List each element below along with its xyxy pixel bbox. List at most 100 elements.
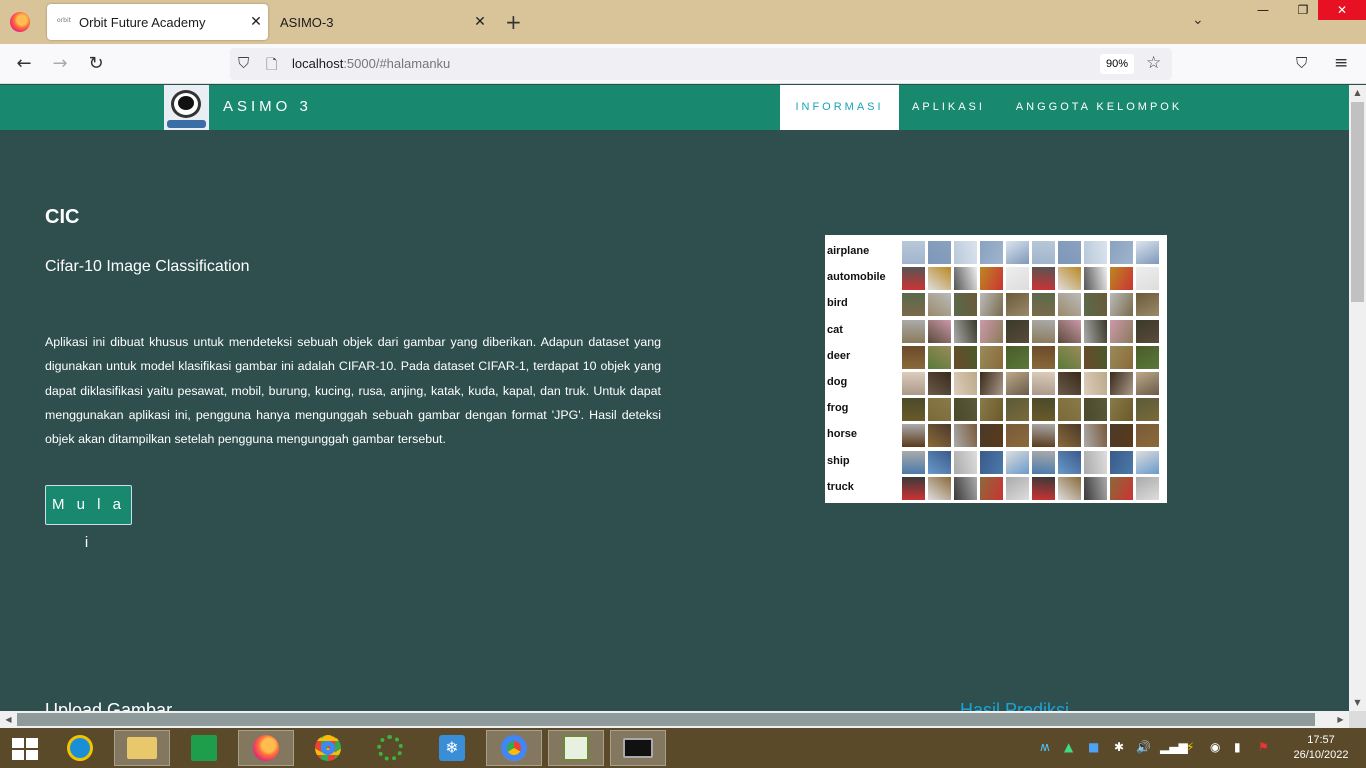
cifar-thumbnail	[1058, 372, 1081, 395]
cifar-thumbnail	[1084, 293, 1107, 317]
upload-gambar-heading: Upload Gambar	[45, 700, 173, 711]
tray-triangle-icon[interactable]: ▲	[1064, 740, 1073, 754]
microsoft-store-icon[interactable]	[176, 730, 232, 766]
cifar-thumbnail	[954, 398, 977, 422]
cifar-thumbnail	[1032, 450, 1055, 474]
forward-arrow-icon[interactable]: →	[48, 52, 72, 76]
scroll-up-icon[interactable]: ▲	[1349, 85, 1366, 101]
cifar-thumbnail	[928, 424, 951, 448]
cifar-thumbnail	[928, 319, 951, 343]
tab-orbit-future-academy[interactable]: orbit Orbit Future Academy ✕	[47, 4, 268, 40]
battery-icon[interactable]: ▮	[1234, 740, 1241, 754]
power-icon[interactable]: ⚡	[1186, 740, 1194, 754]
horizontal-scroll-thumb[interactable]	[17, 713, 1315, 726]
scroll-left-icon[interactable]: ◀	[0, 711, 17, 728]
cifar-thumbnail	[1136, 424, 1159, 448]
cifar-thumbnail	[1032, 319, 1055, 343]
zoom-tray-icon[interactable]: ■	[1088, 740, 1099, 754]
horizontal-scrollbar[interactable]: ◀ ▶	[0, 711, 1349, 728]
close-window-icon[interactable]: ✕	[1318, 0, 1366, 20]
notification-icon[interactable]: ⚑	[1258, 740, 1269, 754]
file-explorer-icon[interactable]	[114, 730, 170, 766]
cifar-thumbnail	[1032, 293, 1055, 317]
notepad-plus-plus-icon[interactable]	[548, 730, 604, 766]
firefox-icon[interactable]	[10, 12, 30, 32]
cifar-thumbnail	[1058, 424, 1081, 448]
bluetooth-icon[interactable]: ✱	[1114, 740, 1124, 754]
cifar-thumbnail	[928, 372, 951, 395]
chrome-open-icon[interactable]	[486, 730, 542, 766]
green-ring-app-icon[interactable]	[362, 730, 418, 766]
asimo-logo[interactable]	[164, 85, 209, 130]
brand-name[interactable]: ASIMO 3	[223, 98, 312, 115]
cifar-thumbnail	[1136, 267, 1159, 291]
cifar-thumbnail	[902, 345, 925, 369]
tray-app-icon[interactable]: ʍ	[1040, 740, 1050, 754]
nav-aplikasi[interactable]: APLIKASI	[899, 85, 998, 130]
tracking-protection-shield-icon[interactable]: ⛉	[238, 54, 249, 72]
cifar-row-frog: frog	[825, 396, 1167, 422]
page-info-icon[interactable]: 🗋	[266, 54, 277, 78]
bookmark-star-icon[interactable]: ☆	[1146, 53, 1161, 73]
cifar-thumbnail	[1136, 345, 1159, 369]
vertical-scroll-thumb[interactable]	[1351, 102, 1364, 302]
url-path: :5000/#halamanku	[343, 56, 451, 71]
scroll-down-icon[interactable]: ▼	[1349, 695, 1366, 711]
back-arrow-icon[interactable]: ←	[12, 52, 36, 76]
cifar-thumbnail	[954, 293, 977, 317]
cifar-thumbnail	[1136, 293, 1159, 317]
cifar-thumbnail	[1110, 450, 1133, 474]
command-prompt-icon[interactable]	[610, 730, 666, 766]
pocket-icon[interactable]: ⛉	[1296, 54, 1307, 72]
cifar-thumbnail	[1110, 424, 1133, 448]
url-text[interactable]: localhost:5000/#halamanku	[292, 56, 450, 71]
cifar-thumbnail	[1032, 241, 1055, 264]
nav-informasi[interactable]: INFORMASI	[780, 85, 899, 130]
new-tab-plus-icon[interactable]: +	[505, 10, 522, 34]
cifar-thumbnail	[1136, 450, 1159, 474]
cifar-thumbnail	[980, 345, 1003, 369]
tray-shield-icon[interactable]: ◉	[1210, 740, 1220, 754]
cifar-thumbnail	[980, 450, 1003, 474]
taskbar-clock[interactable]: 17:57 26/10/2022	[1288, 733, 1354, 763]
zoom-level-badge[interactable]: 90%	[1100, 54, 1135, 74]
cifar-class-label: deer	[827, 349, 851, 362]
cifar-thumbnail	[980, 476, 1003, 500]
cifar-thumbnail	[902, 319, 925, 343]
list-all-tabs-chevron-icon[interactable]: ⌄	[1192, 12, 1204, 28]
hamburger-menu-icon[interactable]: ≡	[1334, 53, 1348, 73]
nav-anggota-kelompok[interactable]: ANGGOTA KELOMPOK	[1000, 85, 1198, 130]
browser-toolbar: ← → ↻ ⛉ 🗋 localhost:5000/#halamanku 90% …	[0, 44, 1366, 84]
cifar-class-label: bird	[827, 297, 848, 310]
snowflake-app-icon[interactable]: ❄	[424, 730, 480, 766]
windows-start-icon[interactable]	[12, 738, 38, 760]
tab-asimo-3[interactable]: ASIMO-3 ✕	[270, 4, 492, 40]
cifar-row-cat: cat	[825, 318, 1167, 344]
cifar-thumbnail	[1006, 293, 1029, 317]
internet-explorer-icon[interactable]	[52, 730, 108, 766]
chrome-icon[interactable]	[300, 730, 356, 766]
cifar-thumbnail	[1084, 398, 1107, 422]
cifar-thumbnail	[954, 345, 977, 369]
cifar-thumbnail	[902, 398, 925, 422]
cifar-thumbnail	[1006, 267, 1029, 291]
vertical-scrollbar[interactable]: ▲ ▼	[1349, 85, 1366, 711]
browser-tab-bar: orbit Orbit Future Academy ✕ ASIMO-3 ✕ +…	[0, 0, 1366, 44]
close-tab-icon[interactable]: ✕	[244, 14, 268, 30]
firefox-taskbar-icon[interactable]	[238, 730, 294, 766]
mulai-button[interactable]: M u l a i	[45, 485, 132, 551]
cifar-thumbnail	[1110, 476, 1133, 500]
volume-icon[interactable]: 🔊	[1136, 740, 1151, 754]
cifar-thumbnail	[1084, 241, 1107, 264]
cifar-thumbnail	[1032, 398, 1055, 422]
address-bar[interactable]: ⛉ 🗋 localhost:5000/#halamanku 90% ☆	[230, 48, 1172, 80]
helmet-visor	[178, 96, 194, 110]
scroll-right-icon[interactable]: ▶	[1332, 711, 1349, 728]
cifar-thumbnail	[1032, 476, 1055, 500]
close-tab-icon[interactable]: ✕	[468, 14, 492, 30]
network-signal-icon[interactable]: ▂▄▆	[1160, 740, 1188, 754]
cifar-thumbnail	[954, 424, 977, 448]
cifar-class-label: horse	[827, 428, 857, 441]
reload-icon[interactable]: ↻	[84, 52, 108, 76]
cifar-thumbnail	[1006, 345, 1029, 369]
